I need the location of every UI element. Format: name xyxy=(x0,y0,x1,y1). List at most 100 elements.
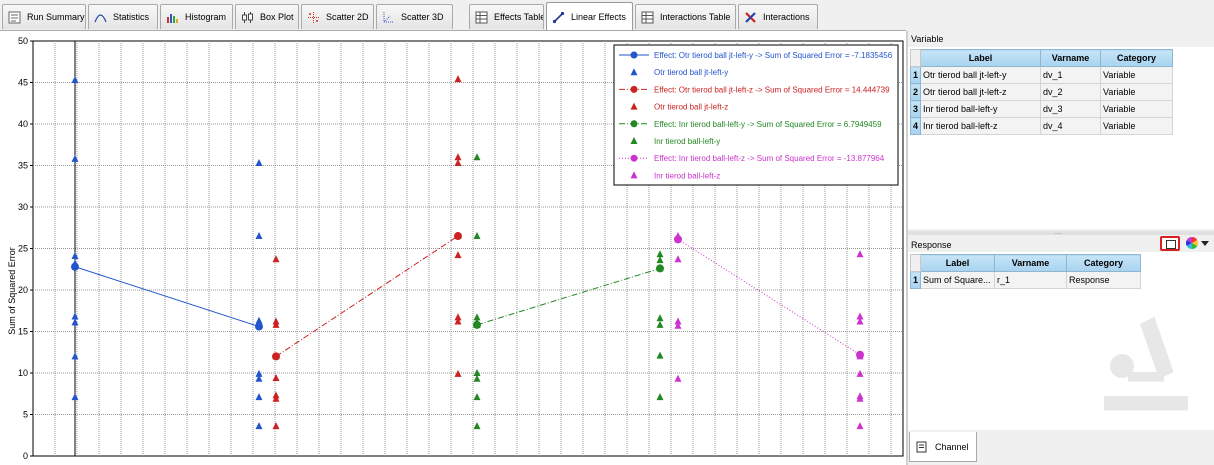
cell-label[interactable]: Otr tierod ball jt-left-y xyxy=(920,66,1041,84)
legend-entry-label: Effect: Inr tierod ball-left-z -> Sum of… xyxy=(654,154,885,163)
cell-varname[interactable]: dv_3 xyxy=(1040,100,1101,118)
legend-circle-swatch xyxy=(630,154,638,162)
channel-tab-label: Channel xyxy=(935,441,969,452)
y-tick-label: 40 xyxy=(18,119,28,129)
legend-entry-label: Effect: Otr tierod ball jt-left-y -> Sum… xyxy=(654,51,893,60)
tab-effects-table[interactable]: Effects Table xyxy=(469,4,544,29)
legend-entry-label: Otr tierod ball jt-left-z xyxy=(654,103,728,112)
cell-category[interactable]: Variable xyxy=(1100,100,1173,118)
box-plot-icon xyxy=(242,11,253,23)
tab-label: Histogram xyxy=(185,12,227,22)
column-header-label[interactable]: Label xyxy=(920,49,1041,67)
table-row[interactable]: 2 Otr tierod ball jt-left-z dv_2 Variabl… xyxy=(910,83,1173,101)
table-row[interactable]: 1 Otr tierod ball jt-left-y dv_1 Variabl… xyxy=(910,66,1173,84)
cell-category[interactable]: Variable xyxy=(1100,83,1173,101)
interactions-icon xyxy=(745,11,756,23)
chart-legend: Effect: Otr tierod ball jt-left-y -> Sum… xyxy=(613,44,899,186)
color-wheel-icon[interactable] xyxy=(1186,237,1198,249)
row-number[interactable]: 2 xyxy=(910,83,921,101)
legend-circle-swatch xyxy=(630,51,638,59)
legend-circle-swatch xyxy=(630,85,638,93)
cell-category[interactable]: Response xyxy=(1066,271,1141,289)
y-axis-label: Sum of Squared Error xyxy=(7,247,17,335)
variable-panel-title: Variable xyxy=(911,34,944,44)
run-summary-icon xyxy=(8,11,21,23)
corner-cell xyxy=(910,49,921,67)
response-panel-title: Response xyxy=(911,240,952,250)
tab-statistics[interactable]: Statistics xyxy=(88,4,158,29)
y-tick-label: 10 xyxy=(18,368,28,378)
linear-effects-icon xyxy=(552,11,565,23)
tab-bar: Run Summary Statistics Histogram Box Plo… xyxy=(0,0,906,32)
variable-table: Label Varname Category 1 Otr tierod ball… xyxy=(910,49,1173,135)
tab-label: Scatter 2D xyxy=(326,12,369,22)
tab-scatter-3d[interactable]: Scatter 3D xyxy=(376,4,453,29)
tab-label: Scatter 3D xyxy=(401,12,444,22)
channel-icon xyxy=(916,441,927,452)
linear-effects-plot[interactable]: 0 5 10 15 20 25 30 35 40 45 50 Effect: Otr tierod … xyxy=(0,31,906,465)
tab-histogram[interactable]: Histogram xyxy=(160,4,233,29)
cell-varname[interactable]: dv_1 xyxy=(1040,66,1101,84)
cell-category[interactable]: Variable xyxy=(1100,66,1173,84)
y-tick-label: 45 xyxy=(18,78,28,88)
table-row[interactable]: 4 Inr tierod ball-left-z dv_4 Variable xyxy=(910,117,1173,135)
cell-label[interactable]: Otr tierod ball jt-left-z xyxy=(920,83,1041,101)
maximize-panel-button[interactable] xyxy=(1160,236,1180,251)
tab-interactions[interactable]: Interactions xyxy=(738,4,818,29)
row-number[interactable]: 1 xyxy=(910,271,921,289)
tab-label: Interactions xyxy=(763,12,810,22)
column-header-category[interactable]: Category xyxy=(1100,49,1173,67)
cell-label[interactable]: Sum of Square... xyxy=(920,271,995,289)
row-number[interactable]: 4 xyxy=(910,117,921,135)
cell-varname[interactable]: dv_2 xyxy=(1040,83,1101,101)
column-header-varname[interactable]: Varname xyxy=(1040,49,1101,67)
y-tick-label: 5 xyxy=(23,410,28,420)
y-tick-label: 20 xyxy=(18,285,28,295)
histogram-icon xyxy=(167,13,178,23)
legend-entry-label: Effect: Inr tierod ball-left-y -> Sum of… xyxy=(654,120,882,129)
tab-label: Interactions Table xyxy=(660,12,731,22)
scatter-2d-icon xyxy=(308,11,319,23)
y-tick-label: 35 xyxy=(18,161,28,171)
legend-box xyxy=(613,44,899,186)
chevron-down-icon[interactable] xyxy=(1201,241,1209,247)
legend-entry-label: Otr tierod ball jt-left-y xyxy=(654,68,728,77)
tab-run-summary[interactable]: Run Summary xyxy=(2,4,86,29)
legend-entry-label: Inr tierod ball-left-z xyxy=(654,171,720,180)
tab-channel[interactable]: Channel xyxy=(909,432,977,462)
splitter-grip-icon: .... xyxy=(1054,229,1062,236)
table-row[interactable]: 1 Sum of Square... r_1 Response xyxy=(910,271,1141,289)
column-header-category[interactable]: Category xyxy=(1066,254,1141,272)
y-tick-label: 50 xyxy=(18,36,28,46)
y-tick-label: 15 xyxy=(18,327,28,337)
y-tick-label: 30 xyxy=(18,202,28,212)
y-tick-label: 25 xyxy=(18,244,28,254)
column-header-varname[interactable]: Varname xyxy=(994,254,1067,272)
tab-box-plot[interactable]: Box Plot xyxy=(235,4,299,29)
tab-linear-effects[interactable]: Linear Effects xyxy=(546,2,633,31)
statistics-icon xyxy=(94,13,107,22)
chart-svg: 0 5 10 15 20 25 30 35 40 45 50 Effect: Otr tierod … xyxy=(7,36,904,461)
window-icon xyxy=(1166,240,1176,249)
tab-interactions-table[interactable]: Interactions Table xyxy=(635,4,736,29)
row-number[interactable]: 1 xyxy=(910,66,921,84)
microscope-watermark-icon xyxy=(1104,316,1188,411)
cell-label[interactable]: Inr tierod ball-left-y xyxy=(920,100,1041,118)
y-tick-label: 0 xyxy=(23,451,28,461)
tab-label: Linear Effects xyxy=(571,12,626,22)
tab-label: Effects Table xyxy=(494,12,544,22)
tab-label: Statistics xyxy=(113,12,150,22)
column-header-label[interactable]: Label xyxy=(920,254,995,272)
cell-varname[interactable]: dv_4 xyxy=(1040,117,1101,135)
response-table: Label Varname Category 1 Sum of Square..… xyxy=(910,254,1141,289)
tab-scatter-2d[interactable]: Scatter 2D xyxy=(301,4,374,29)
cell-varname[interactable]: r_1 xyxy=(994,271,1067,289)
cell-label[interactable]: Inr tierod ball-left-z xyxy=(920,117,1041,135)
row-number[interactable]: 3 xyxy=(910,100,921,118)
table-row[interactable]: 3 Inr tierod ball-left-y dv_3 Variable xyxy=(910,100,1173,118)
corner-cell xyxy=(910,254,921,272)
legend-entry-label: Inr tierod ball-left-y xyxy=(654,137,720,146)
cell-category[interactable]: Variable xyxy=(1100,117,1173,135)
legend-circle-swatch xyxy=(630,120,638,128)
scatter-3d-icon xyxy=(383,11,394,22)
